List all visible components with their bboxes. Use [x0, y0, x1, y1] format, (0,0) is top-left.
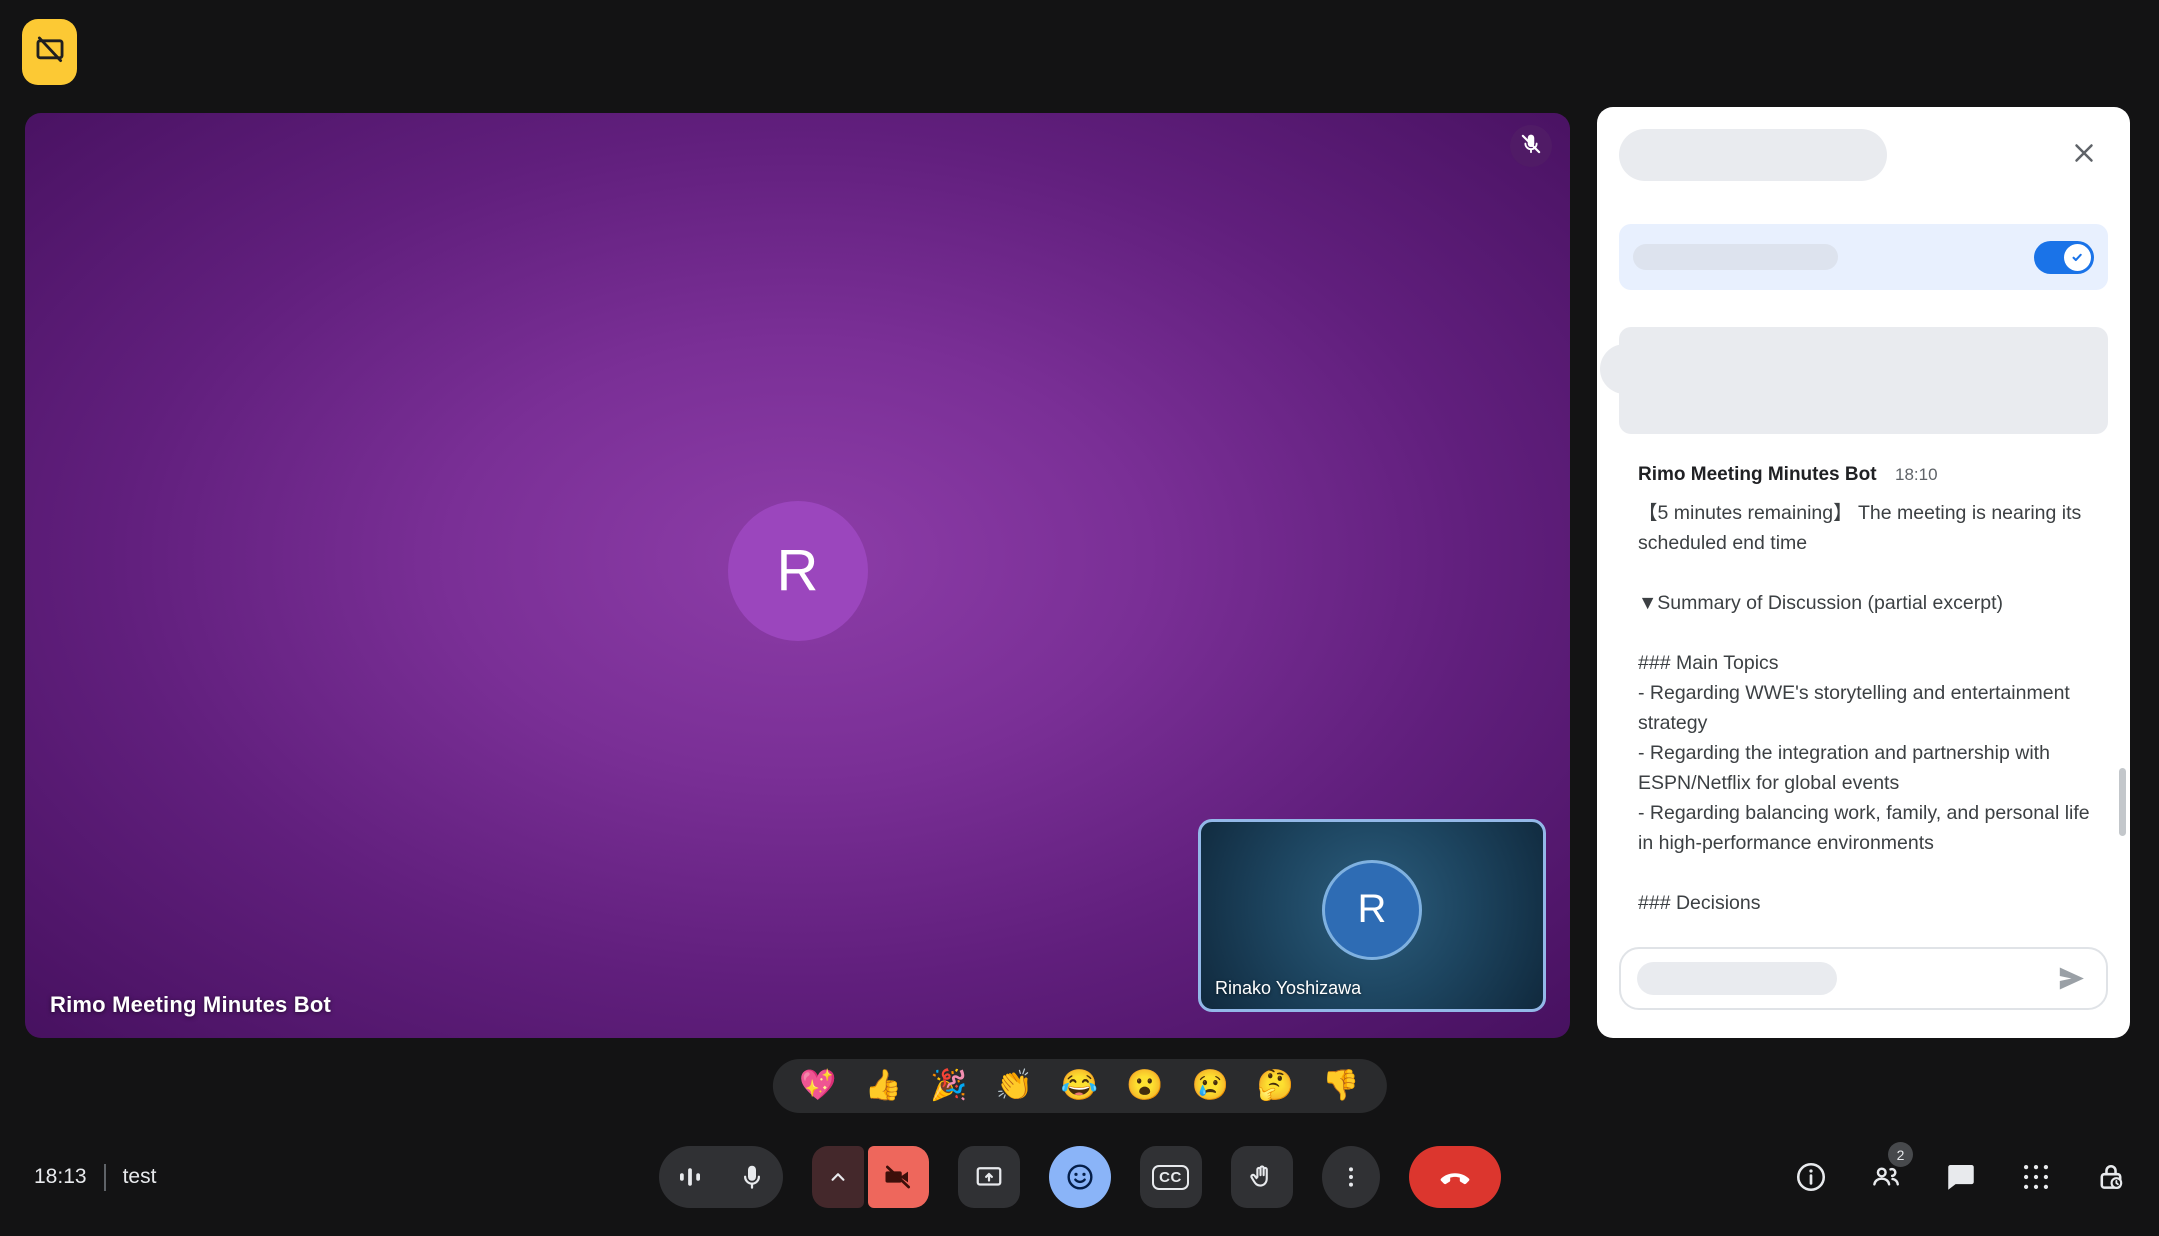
mic-button-group — [658, 1146, 783, 1208]
mic-off-icon — [1518, 131, 1544, 162]
reaction-heart-button[interactable]: 💖 — [799, 1071, 836, 1101]
message-line: ▼Summary of Discussion (partial excerpt) — [1638, 592, 2003, 614]
clock-time: 18:13 — [34, 1165, 87, 1188]
cc-icon: CC — [1152, 1164, 1189, 1190]
reaction-thinking-button[interactable]: 🤔 — [1257, 1071, 1294, 1101]
avatar-letter: R — [1357, 887, 1387, 932]
present-screen-button[interactable] — [957, 1146, 1020, 1208]
end-call-button[interactable] — [1408, 1146, 1501, 1208]
camera-options-chevron-icon[interactable] — [811, 1146, 864, 1208]
meeting-name: test — [122, 1165, 157, 1188]
camera-off-button[interactable] — [867, 1146, 929, 1208]
more-options-button[interactable] — [1321, 1146, 1380, 1208]
reaction-laugh-button[interactable]: 😂 — [1061, 1071, 1098, 1101]
voice-activity-icon[interactable] — [659, 1146, 721, 1208]
message-redacted — [1619, 327, 2108, 434]
recording-off-badge[interactable] — [22, 19, 77, 85]
meeting-panels-icons: 2 — [1793, 1142, 2129, 1208]
participant-name: Rimo Meeting Minutes Bot — [50, 992, 332, 1017]
toggle-label-redacted — [1633, 244, 1838, 270]
chat-input[interactable] — [1619, 947, 2108, 1010]
reaction-thumbs-down-button[interactable]: 👎 — [1322, 1071, 1359, 1101]
message-line: - Regarding WWE's storytelling and enter… — [1638, 682, 2070, 734]
close-icon[interactable] — [2064, 133, 2104, 173]
mic-muted-badge — [1510, 125, 1552, 167]
meeting-window: R Rimo Meeting Minutes Bot R Rinako Yosh… — [0, 0, 2159, 1236]
divider — [103, 1163, 106, 1191]
input-placeholder-redacted — [1637, 962, 1837, 995]
mic-button[interactable] — [721, 1146, 783, 1208]
host-controls-lock-icon[interactable] — [2093, 1159, 2129, 1195]
message-time: 18:10 — [1895, 465, 1938, 484]
presentation-off-icon — [33, 33, 67, 72]
avatar: R — [727, 500, 868, 641]
call-controls: CC — [658, 1146, 1501, 1208]
toggle-switch[interactable] — [2034, 240, 2094, 274]
panel-title-redacted — [1619, 129, 1887, 181]
self-video-tile[interactable]: R Rinako Yoshizawa — [1198, 819, 1546, 1012]
message-line: - Regarding the integration and partners… — [1638, 742, 2050, 794]
participant-count-badge: 2 — [1888, 1142, 1913, 1167]
message-line: ### Decisions — [1638, 892, 1761, 914]
scrollbar[interactable] — [2119, 768, 2126, 836]
message-sender: Rimo Meeting Minutes Bot — [1638, 464, 1877, 485]
send-icon[interactable] — [2052, 960, 2090, 998]
message-line: - Regarding balancing work, family, and … — [1638, 802, 2090, 854]
reaction-party-button[interactable]: 🎉 — [930, 1071, 967, 1101]
camera-button-group — [811, 1146, 929, 1208]
meeting-info: 18:13 test — [34, 1155, 156, 1199]
chat-permission-row — [1619, 224, 2108, 290]
avatar: R — [1322, 859, 1422, 960]
message-line: 【5 minutes remaining】 The meeting is nea… — [1638, 502, 2082, 554]
chat-panel: Rimo Meeting Minutes Bot 18:10 【5 minute… — [1597, 107, 2130, 1038]
apps-grid-icon[interactable] — [2018, 1159, 2054, 1195]
avatar-letter: R — [776, 538, 819, 604]
reactions-bar: 💖 👍 🎉 👏 😂 😮 😢 🤔 👎 — [772, 1059, 1387, 1113]
message-line: ### Main Topics — [1638, 652, 1779, 674]
captions-button[interactable]: CC — [1139, 1146, 1202, 1208]
reaction-cry-button[interactable]: 😢 — [1192, 1071, 1229, 1101]
toggle-knob — [2064, 243, 2091, 271]
reaction-clap-button[interactable]: 👏 — [995, 1071, 1032, 1101]
people-icon[interactable]: 2 — [1868, 1142, 1913, 1195]
reactions-toggle-button[interactable] — [1048, 1146, 1111, 1208]
chat-icon[interactable] — [1943, 1159, 1979, 1195]
participant-name: Rinako Yoshizawa — [1215, 978, 1362, 998]
info-icon[interactable] — [1793, 1159, 1829, 1195]
chat-message: Rimo Meeting Minutes Bot 18:10 【5 minute… — [1638, 464, 2104, 918]
reaction-surprised-button[interactable]: 😮 — [1126, 1071, 1163, 1101]
reaction-thumbs-up-button[interactable]: 👍 — [865, 1071, 902, 1101]
raise-hand-button[interactable] — [1230, 1146, 1293, 1208]
